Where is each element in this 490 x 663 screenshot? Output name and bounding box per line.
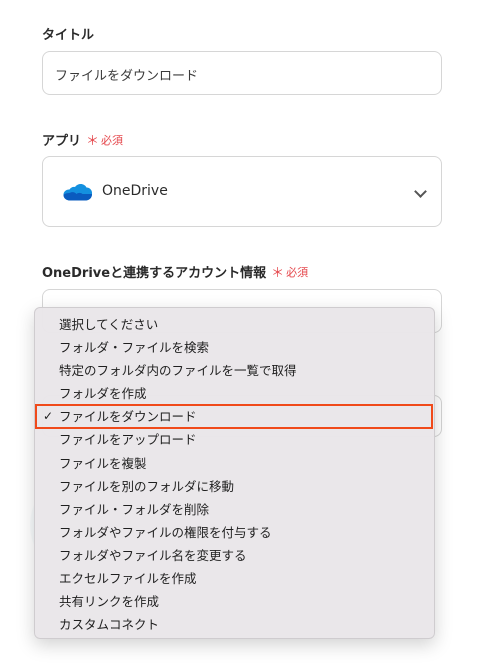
menu-item-label: フォルダやファイル名を変更する xyxy=(59,547,247,563)
menu-item-selected[interactable]: ✓ ファイルをダウンロード xyxy=(35,404,433,430)
title-label: タイトル xyxy=(42,24,94,43)
app-select-value: OneDrive xyxy=(102,183,168,199)
required-star: ＊ xyxy=(86,134,100,149)
menu-item[interactable]: フォルダを作成 xyxy=(35,382,434,405)
menu-item[interactable]: フォルダ・ファイルを検索 xyxy=(35,336,434,359)
account-label-text: OneDriveと連携するアカウント情報 xyxy=(42,266,267,281)
menu-item-label: カスタムコネクト xyxy=(59,617,160,633)
menu-item[interactable]: 特定のフォルダ内のファイルを一覧で取得 xyxy=(35,359,434,382)
app-label: アプリ ＊ 必須 xyxy=(42,130,124,150)
menu-item[interactable]: エクセルファイルを作成 xyxy=(35,567,434,590)
menu-item[interactable]: ファイルをアップロード xyxy=(35,428,434,451)
menu-item-label: ファイルをアップロード xyxy=(59,432,197,448)
menu-item[interactable]: ファイル・フォルダを削除 xyxy=(35,498,434,521)
menu-item-label: フォルダを作成 xyxy=(59,386,147,402)
menu-item-label: 特定のフォルダ内のファイルを一覧で取得 xyxy=(59,363,297,379)
account-label: OneDriveと連携するアカウント情報 ＊ 必須 xyxy=(42,262,309,282)
menu-item[interactable]: フォルダやファイル名を変更する xyxy=(35,544,434,567)
menu-item-label: ファイルを別のフォルダに移動 xyxy=(59,478,235,494)
required-indicator: ＊ 必須 xyxy=(86,130,124,150)
menu-item-label: 共有リンクを作成 xyxy=(59,594,160,610)
menu-item-label: ファイルをダウンロード xyxy=(59,409,197,425)
title-input[interactable]: ファイルをダウンロード xyxy=(42,51,442,95)
app-select[interactable]: OneDrive xyxy=(42,156,442,227)
menu-item-label: 選択してください xyxy=(59,317,159,332)
checkmark-icon: ✓ xyxy=(43,409,54,424)
title-input-value: ファイルをダウンロード xyxy=(55,69,199,84)
title-label-text: タイトル xyxy=(42,28,95,43)
menu-item[interactable]: ファイルを複製 xyxy=(35,452,434,475)
menu-item[interactable]: 選択してください xyxy=(35,313,434,336)
menu-item-label: ファイル・フォルダを削除 xyxy=(59,501,210,517)
account-required-star: ＊ xyxy=(271,266,285,281)
menu-item-label: フォルダやファイルの権限を付与する xyxy=(59,524,272,540)
required-text: 必須 xyxy=(101,133,124,147)
menu-item[interactable]: カスタムコネクト xyxy=(35,613,434,636)
app-label-text: アプリ xyxy=(42,134,82,149)
menu-item[interactable]: ファイルを別のフォルダに移動 xyxy=(35,475,434,498)
menu-item-label: エクセルファイルを作成 xyxy=(59,571,197,587)
menu-item[interactable]: フォルダやファイルの権限を付与する xyxy=(35,521,434,544)
menu-item-label: フォルダ・ファイルを検索 xyxy=(59,340,210,356)
chevron-down-icon xyxy=(414,185,427,198)
menu-item[interactable]: 共有リンクを作成 xyxy=(35,590,434,613)
account-required-text: 必須 xyxy=(286,265,309,279)
account-required-indicator: ＊ 必須 xyxy=(271,262,309,282)
onedrive-icon xyxy=(63,183,93,206)
action-dropdown-menu[interactable]: 選択してください フォルダ・ファイルを検索 特定のフォルダ内のファイルを一覧で取… xyxy=(34,307,435,639)
menu-item-label: ファイルを複製 xyxy=(59,455,147,471)
